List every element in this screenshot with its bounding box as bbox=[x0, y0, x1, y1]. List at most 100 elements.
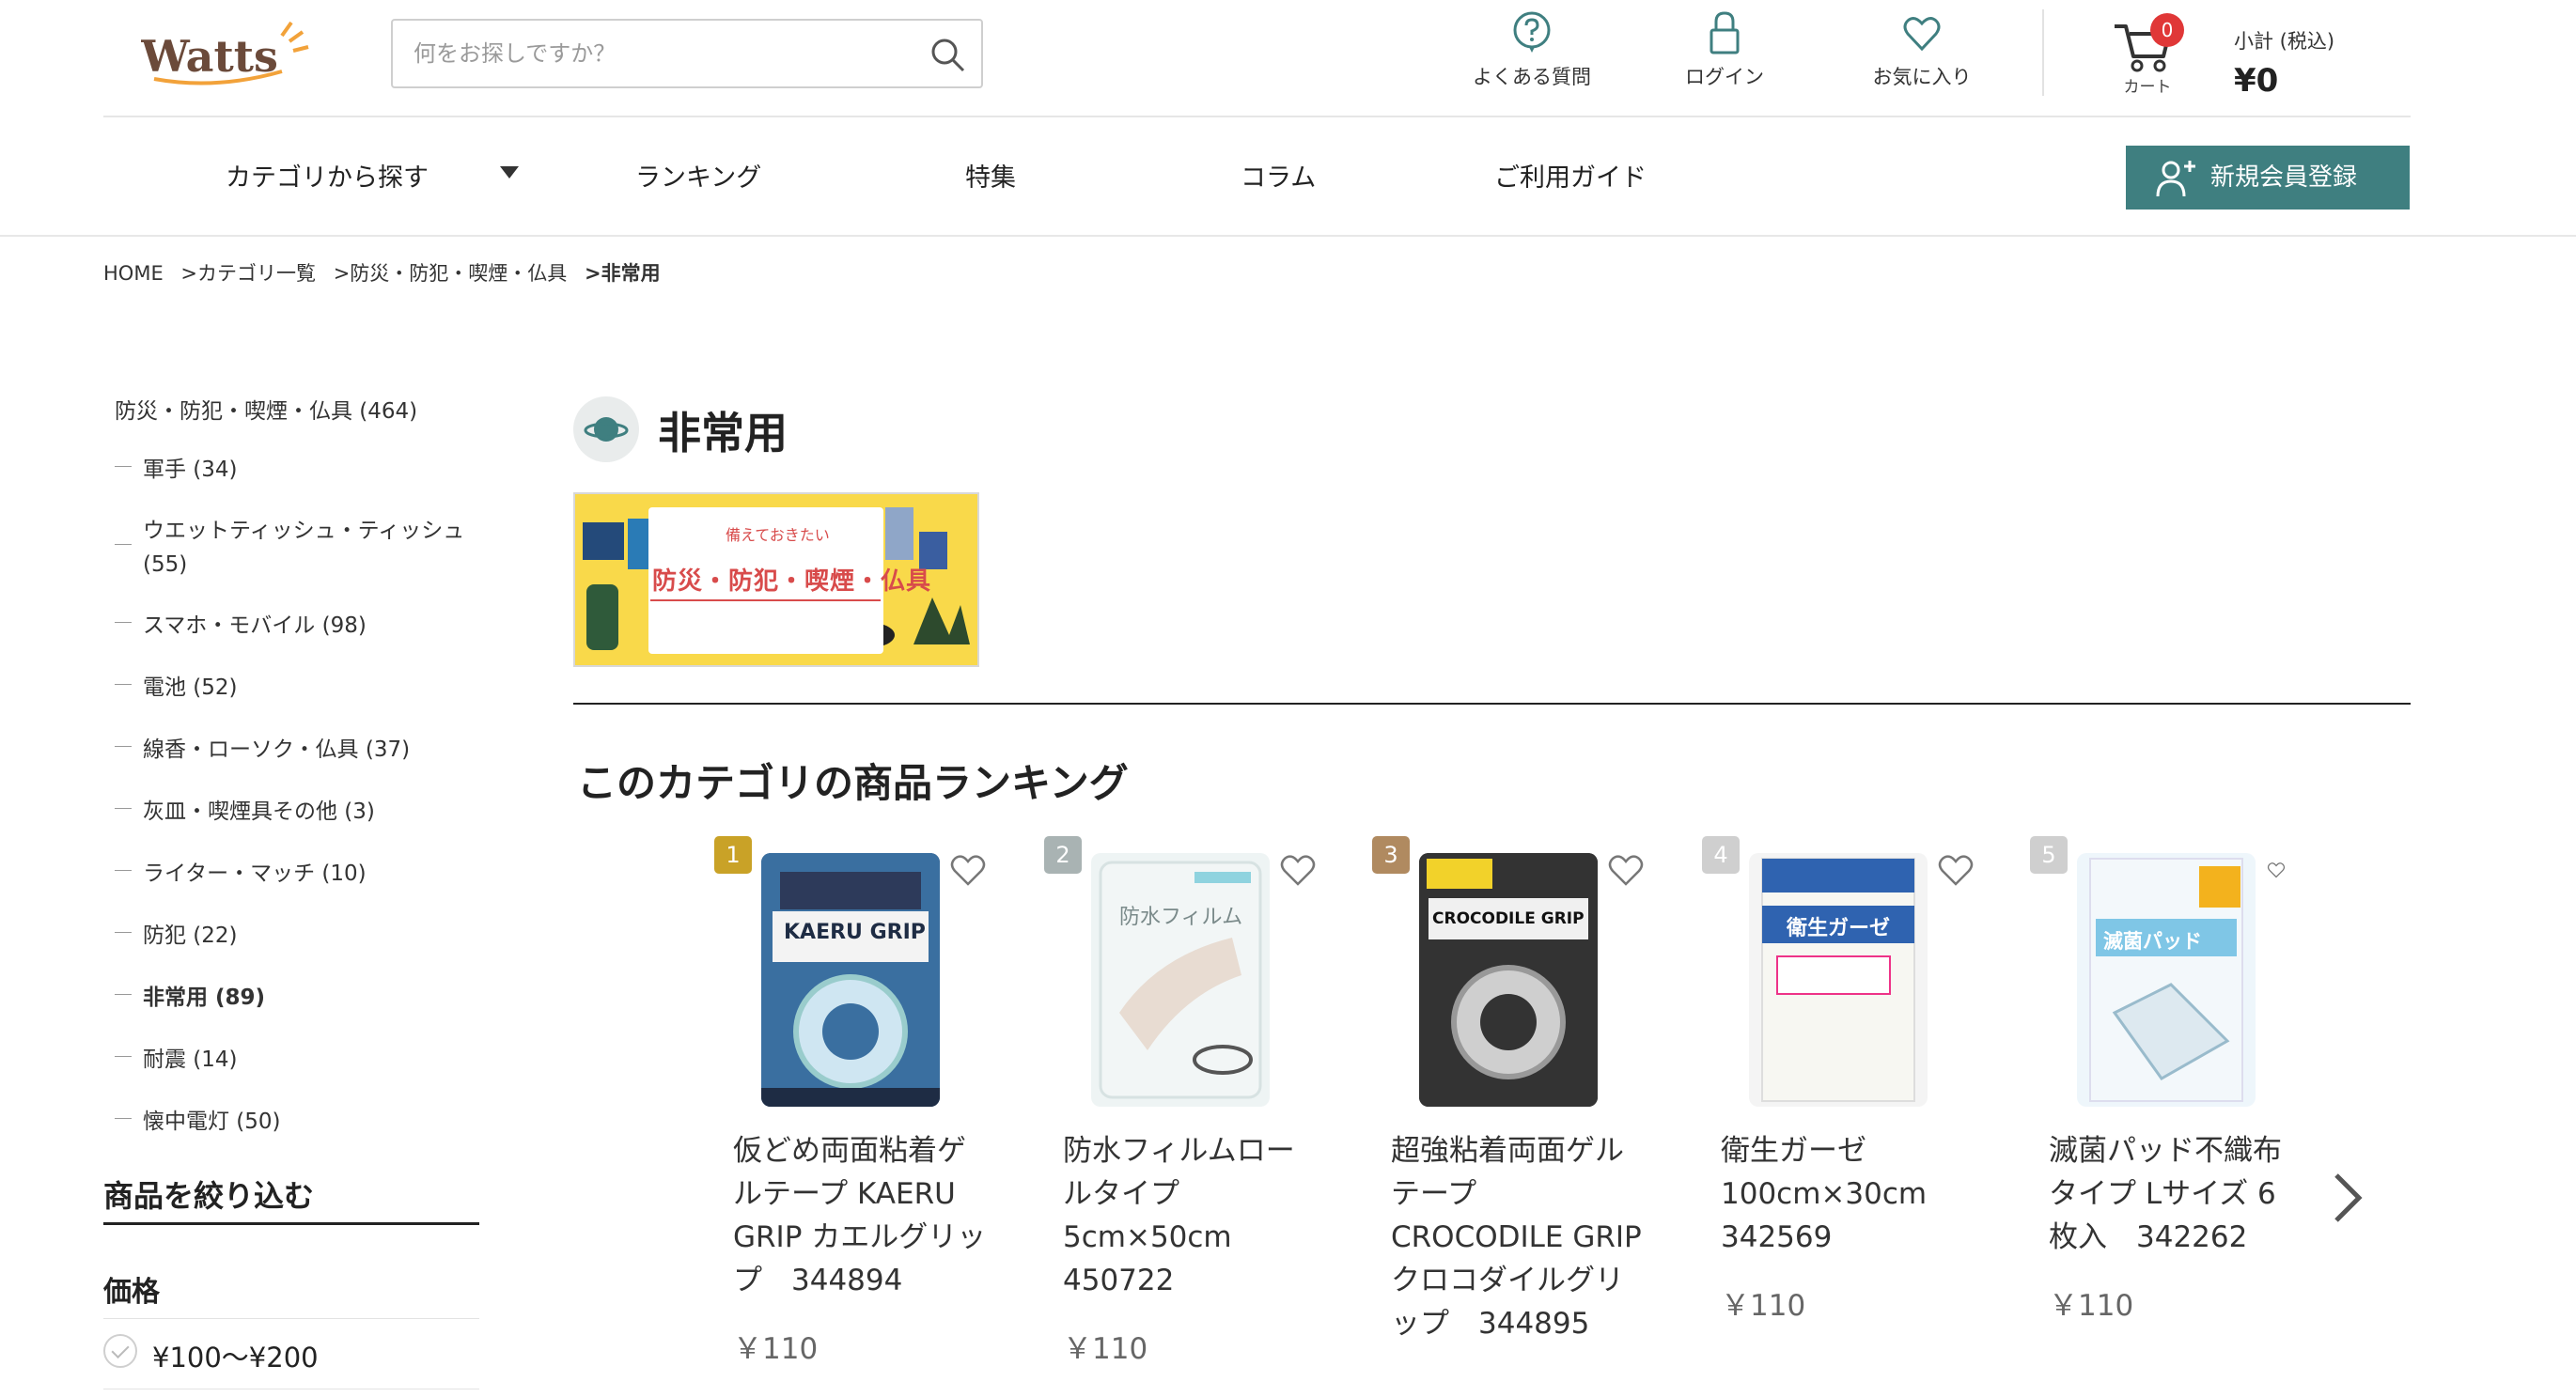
svg-text:Watts: Watts bbox=[141, 31, 278, 82]
sidebar-item-label: スマホ・モバイル (98) bbox=[143, 613, 367, 638]
register-button[interactable]: 新規会員登録 bbox=[2126, 146, 2410, 210]
register-label: 新規会員登録 bbox=[2210, 163, 2358, 192]
sidebar-item-label: 耐震 (14) bbox=[143, 1048, 238, 1072]
cart-count-badge: 0 bbox=[2150, 13, 2184, 47]
sidebar-item-label: ライター・マッチ (10) bbox=[143, 861, 367, 886]
add-user-icon bbox=[2156, 161, 2195, 197]
search-input[interactable] bbox=[395, 23, 921, 85]
product-image[interactable]: CROCODILE GRIP bbox=[1419, 853, 1598, 1107]
nav-ranking[interactable]: ランキング bbox=[635, 157, 761, 194]
lock-icon bbox=[1710, 11, 1740, 54]
rank-badge: 3 bbox=[1372, 836, 1410, 874]
product-name[interactable]: 滅菌パッド不織布タイプ Lサイズ 6枚入 342262 bbox=[2049, 1129, 2303, 1259]
product-name[interactable]: 衛生ガーゼ 100cm×30cm 342569 bbox=[1721, 1129, 1975, 1259]
banner-subtitle: 備えておきたい bbox=[726, 526, 830, 544]
product-price: ￥110 bbox=[2049, 1289, 2134, 1323]
dash bbox=[115, 544, 132, 545]
dash bbox=[115, 932, 132, 933]
product-image[interactable]: 衛生ガーゼ bbox=[1749, 853, 1928, 1107]
question-icon bbox=[1513, 11, 1551, 53]
product-image[interactable]: 防水フィルム bbox=[1091, 853, 1270, 1107]
product-image-label: CROCODILE GRIP bbox=[1432, 909, 1585, 928]
product-image-label: 防水フィルム bbox=[1119, 906, 1243, 929]
search-box bbox=[391, 19, 983, 88]
favorites-label: お気に入り bbox=[1872, 66, 1972, 88]
breadcrumb-category-list[interactable]: >カテゴリ一覧 bbox=[180, 262, 316, 285]
section-divider bbox=[573, 703, 2411, 705]
heart-icon[interactable] bbox=[1937, 853, 1975, 887]
favorites-link[interactable]: お気に入り bbox=[1851, 9, 1992, 99]
product-price: ￥110 bbox=[1721, 1289, 1806, 1323]
filter-underline bbox=[103, 1222, 479, 1225]
dash bbox=[115, 622, 132, 623]
product-image[interactable]: KAERU GRIP bbox=[761, 853, 940, 1107]
chevron-right-icon[interactable] bbox=[2329, 1170, 2366, 1226]
heart-icon[interactable] bbox=[1279, 853, 1317, 887]
dash bbox=[115, 466, 132, 467]
dash bbox=[115, 1056, 132, 1057]
nav-categories[interactable]: カテゴリから探す bbox=[226, 157, 429, 194]
sidebar-item-label: 電池 (52) bbox=[143, 675, 238, 700]
product-image-art bbox=[1761, 858, 1915, 1102]
heart-icon[interactable] bbox=[949, 853, 987, 887]
banner-title: 防災・防犯・喫煙・仏具 bbox=[652, 567, 932, 596]
product-price: ￥110 bbox=[733, 1332, 819, 1366]
subtotal-value: ¥0 bbox=[2234, 62, 2279, 100]
rank-badge: 5 bbox=[2030, 836, 2068, 874]
category-icon bbox=[573, 396, 639, 462]
dash bbox=[115, 1118, 132, 1119]
product-image-label: 滅菌パッド bbox=[2103, 930, 2202, 953]
dash bbox=[115, 746, 132, 747]
caret-down-icon[interactable] bbox=[500, 166, 519, 179]
faq-label: よくある質問 bbox=[1473, 66, 1591, 88]
ranking-title: このカテゴリの商品ランキング bbox=[577, 760, 1129, 806]
product-name[interactable]: 仮どめ両面粘着ゲルテープ KAERU GRIP カエルグリップ 344894 bbox=[733, 1129, 987, 1302]
banner-underline bbox=[650, 599, 881, 601]
breadcrumb-current: >非常用 bbox=[585, 262, 661, 285]
breadcrumb-disaster-prevention[interactable]: >防災・防犯・喫煙・仏具 bbox=[334, 262, 568, 285]
dash bbox=[115, 870, 132, 871]
rank-badge: 2 bbox=[1044, 836, 1082, 874]
product-price: ￥110 bbox=[1063, 1332, 1148, 1366]
product-name[interactable]: 超強粘着両面ゲルテープ CROCODILE GRIP クロコダイルグリップ 34… bbox=[1391, 1129, 1645, 1345]
product-image-art bbox=[1099, 861, 1262, 1099]
login-link[interactable]: ログイン bbox=[1659, 9, 1790, 99]
dash bbox=[115, 808, 132, 809]
rank-badge: 1 bbox=[714, 836, 752, 874]
breadcrumb-home[interactable]: HOME bbox=[103, 262, 164, 285]
sidebar-item-label: 線香・ローソク・仏具 (37) bbox=[143, 737, 411, 762]
nav-features[interactable]: 特集 bbox=[965, 157, 1016, 194]
product-image-art bbox=[2089, 858, 2243, 1102]
faq-link[interactable]: よくある質問 bbox=[1457, 9, 1607, 99]
sidebar-item-label: 防犯 (22) bbox=[143, 924, 238, 948]
login-label: ログイン bbox=[1685, 66, 1764, 88]
product-image-art bbox=[1419, 853, 1598, 1107]
search-icon[interactable] bbox=[929, 36, 966, 73]
sidebar-parent-category[interactable]: 防災・防犯・喫煙・仏具 (464) bbox=[115, 393, 417, 425]
price-checkbox[interactable] bbox=[103, 1334, 137, 1368]
heart-icon[interactable] bbox=[2267, 853, 2286, 887]
subtotal: 小計 (税込) ¥0 bbox=[2234, 26, 2334, 100]
breadcrumb: HOME >カテゴリ一覧 >防災・防犯・喫煙・仏具 >非常用 bbox=[103, 258, 672, 287]
sidebar-item-label: 軍手 (34) bbox=[143, 458, 238, 482]
cart-button[interactable]: 0 カート bbox=[2105, 13, 2190, 98]
main-nav: カテゴリから探す ランキング 特集 コラム ご利用ガイド 新規会員登録 bbox=[0, 117, 2576, 237]
nav-guide[interactable]: ご利用ガイド bbox=[1494, 157, 1647, 194]
price-filter-title: 価格 bbox=[103, 1276, 160, 1309]
dash bbox=[115, 994, 132, 995]
heart-icon bbox=[1903, 17, 1941, 52]
product-name[interactable]: 防水フィルムロールタイプ 5cm×50cm 450722 bbox=[1063, 1129, 1317, 1302]
watts-logo[interactable]: Watts bbox=[140, 17, 310, 92]
subtotal-label: 小計 (税込) bbox=[2234, 30, 2335, 53]
sidebar-item-label: ウエットティッシュ・ティッシュ (55) bbox=[143, 519, 465, 577]
price-option-label[interactable]: ¥100〜¥200 bbox=[152, 1336, 319, 1375]
dash bbox=[115, 684, 132, 685]
sidebar-item-label: 懐中電灯 (50) bbox=[143, 1110, 281, 1134]
category-banner[interactable]: 備えておきたい 防災・防犯・喫煙・仏具 bbox=[573, 492, 979, 667]
nav-column[interactable]: コラム bbox=[1241, 157, 1316, 194]
product-image[interactable]: 滅菌パッド bbox=[2077, 853, 2256, 1107]
product-image-label: 衛生ガーゼ bbox=[1787, 917, 1891, 940]
sidebar-item-label: 非常用 (89) bbox=[143, 986, 266, 1010]
heart-icon[interactable] bbox=[1607, 853, 1645, 887]
product-image-art bbox=[761, 853, 940, 1107]
